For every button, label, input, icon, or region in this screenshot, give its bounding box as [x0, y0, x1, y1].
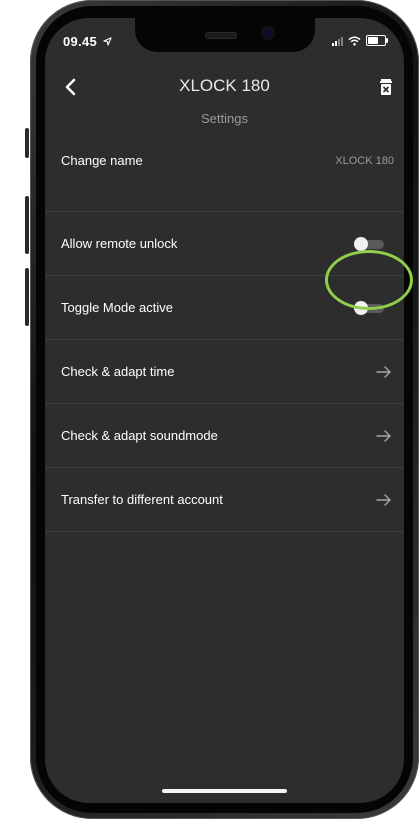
settings-row-transfer-account[interactable]: Transfer to different account: [45, 468, 404, 532]
arrow-right-icon: [376, 365, 391, 378]
row-label: Change name: [61, 153, 143, 168]
page-subtitle: Settings: [201, 111, 248, 126]
home-indicator[interactable]: [162, 789, 287, 793]
arrow-right-icon: [376, 493, 391, 506]
row-label: Toggle Mode active: [61, 300, 174, 315]
wifi-icon: [348, 36, 361, 46]
settings-row-adapt-soundmode[interactable]: Check & adapt soundmode: [45, 404, 404, 468]
status-time-text: 09.45: [63, 34, 98, 49]
arrow-right-icon: [376, 429, 391, 442]
trash-icon: [380, 79, 392, 95]
device-name-value: XLOCK 180: [335, 155, 394, 167]
action-button: [25, 128, 29, 158]
battery-icon: [366, 35, 388, 46]
remote-unlock-toggle[interactable]: [354, 236, 384, 251]
settings-row-change-name[interactable]: Change name XLOCK 180: [45, 143, 404, 212]
device-notch: [135, 18, 315, 52]
settings-row-adapt-time[interactable]: Check & adapt time: [45, 340, 404, 404]
row-label: Allow remote unlock: [61, 236, 178, 251]
front-camera: [263, 28, 273, 38]
delete-button[interactable]: [376, 77, 396, 97]
status-time: 09.45: [63, 34, 112, 49]
settings-list: Change name XLOCK 180 Allow remote unloc…: [45, 143, 404, 532]
signal-icon: [332, 36, 343, 46]
row-label: Check & adapt time: [61, 364, 175, 379]
screenshot-stage: 09.45 XLOCK 180 Settings Change name XLO…: [0, 0, 419, 819]
toggle-knob: [354, 236, 368, 251]
volume-down-button: [25, 268, 29, 326]
row-label: Transfer to different account: [61, 492, 223, 507]
earpiece-speaker: [205, 32, 237, 39]
location-arrow-icon: [103, 37, 112, 46]
page-title: XLOCK 180: [179, 76, 270, 95]
volume-up-button: [25, 196, 29, 254]
app-screen: 09.45 XLOCK 180 Settings Change name XLO…: [45, 18, 404, 803]
status-icons: [332, 35, 388, 46]
highlight-circle: [325, 250, 413, 310]
row-label: Check & adapt soundmode: [61, 428, 218, 443]
